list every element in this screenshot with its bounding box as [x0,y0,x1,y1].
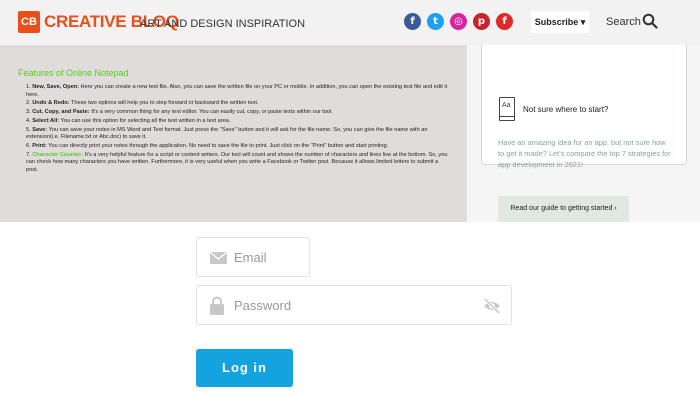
list-item: 3. Cut, Copy, and Paste: It's a very com… [26,109,333,116]
facebook-icon[interactable]: f [404,13,421,30]
list-item: 2. Undo & Redo: These two options will h… [26,100,259,107]
password-placeholder: Password [234,298,292,313]
password-field[interactable]: Password [196,285,512,325]
email-placeholder: Email [234,250,267,265]
pinterest-icon[interactable]: p [473,13,490,30]
mail-icon [210,252,227,264]
list-item: 4. Select All: You can use this option f… [26,117,231,124]
list-item: 6. Print: You can directly print your no… [26,143,389,150]
list-item: 1. New, Save, Open: Here you can create … [26,84,448,98]
site-tagline: ART AND DESIGN INSPIRATION [140,18,306,30]
eye-slash-icon[interactable] [483,298,501,314]
search-label[interactable]: Search [606,14,641,30]
flipboard-icon[interactable]: f [496,13,513,30]
features-heading: Features of Online Notepad [18,68,129,78]
email-field[interactable]: Email [196,237,310,277]
list-item: 5. Save: You can save your notes in MS W… [26,126,428,141]
features-list: 1. New, Save, Open: Here you can create … [26,84,451,176]
lock-icon [210,296,224,315]
site-header: CB CREATIVE BLOQ ART AND DESIGN INSPIRAT… [0,0,700,45]
subscribe-button[interactable]: Subscribe ▾ [531,11,589,33]
promo-title: Not sure where to start? [523,105,609,114]
login-button[interactable]: Log in [196,349,293,387]
promo-text: Have an amazing idea for an app, but not… [498,138,671,169]
read-guide-button[interactable]: Read our guide to getting started › [498,196,629,222]
list-item: 7. Character Counter: It's a very helpfu… [26,151,448,174]
search-icon[interactable] [642,13,658,29]
logo-mark[interactable]: CB [18,11,40,33]
document-icon: Aa [499,97,515,121]
instagram-icon[interactable]: ◎ [450,13,467,30]
twitter-icon[interactable]: t [427,13,444,30]
